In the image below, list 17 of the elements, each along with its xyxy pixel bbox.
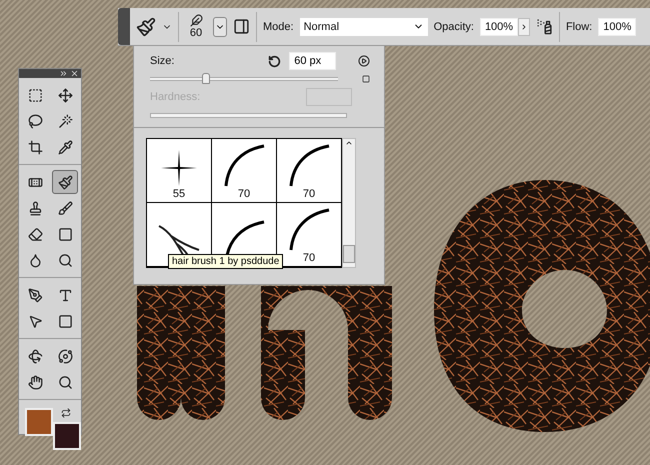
brush-preset[interactable]: 70 <box>277 139 341 202</box>
size-field[interactable]: 60 px <box>289 52 336 70</box>
brush-tooltip: hair brush 1 by psddude <box>168 254 284 269</box>
brush-preset[interactable]: 55 <box>147 139 211 202</box>
opacity-field[interactable]: 100% <box>480 18 518 36</box>
mode-dropdown[interactable]: Normal <box>300 18 428 36</box>
flow-field[interactable]: 100% <box>598 18 636 36</box>
size-label: Size: <box>150 55 176 67</box>
preset-size-text: 70 <box>302 188 316 200</box>
brush-size-text: 60 <box>190 27 202 39</box>
mode-label: Mode: <box>263 20 294 32</box>
flow-label: Flow: <box>566 20 592 32</box>
preset-size-text: 70 <box>238 188 250 200</box>
preset-size-text: 70 <box>302 252 316 264</box>
preset-size-text: 55 <box>172 188 186 200</box>
opacity-label: Opacity: <box>434 20 474 32</box>
brush-preset[interactable]: 70 <box>212 139 276 202</box>
